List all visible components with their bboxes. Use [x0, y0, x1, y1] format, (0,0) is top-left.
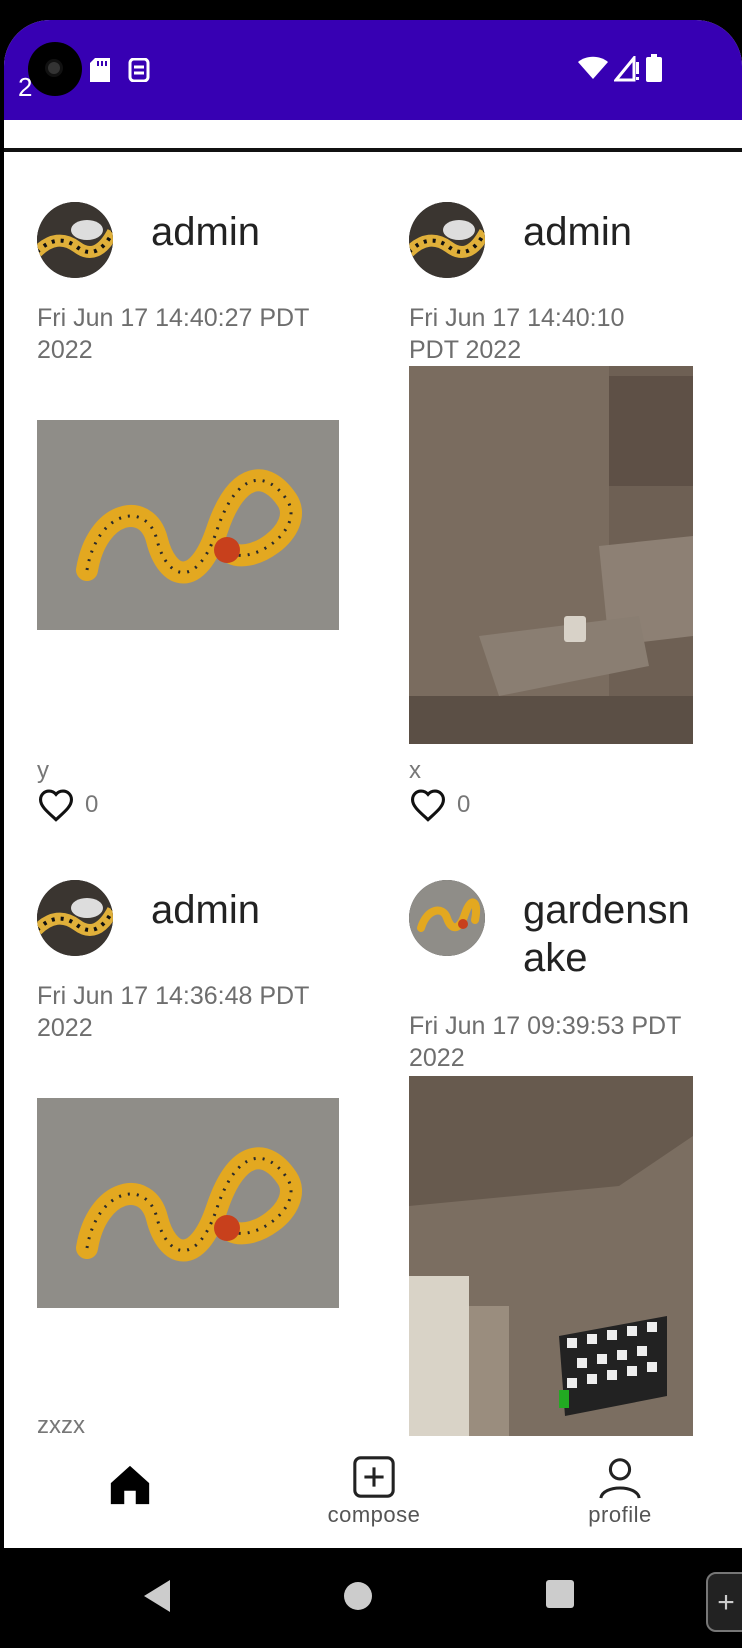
post-card[interactable]: admin Fri Jun 17 14:40:10 PDT 2022 x 0: [409, 202, 729, 822]
add-box-icon: [353, 1456, 395, 1498]
bottom-navigation: compose profile: [4, 1436, 742, 1548]
battery-icon: [646, 54, 662, 82]
snake-photo: [37, 1098, 339, 1308]
home-icon: [110, 1465, 150, 1505]
post-timestamp: Fri Jun 17 09:39:53 PDT 2022: [409, 1012, 681, 1072]
post-card[interactable]: admin Fri Jun 17 14:36:48 PDT 2022 zxzx: [37, 880, 357, 1456]
post-timestamp: Fri Jun 17 14:40:27 PDT 2022: [37, 304, 309, 364]
post-timestamp: Fri Jun 17 14:36:48 PDT 2022: [37, 982, 309, 1042]
gardensnake-avatar-image: [409, 880, 485, 956]
post-username[interactable]: admin: [523, 208, 723, 256]
nav-home[interactable]: [50, 1436, 210, 1548]
system-navigation-bar: [4, 1548, 742, 1648]
post-image[interactable]: [409, 1076, 693, 1456]
snake-avatar-image: [37, 880, 113, 956]
like-count: 0: [85, 791, 99, 818]
post-image[interactable]: [37, 420, 339, 630]
device-frame: 2 admin Fri Jun 17 14:40:27 PDT 2022 y 0…: [0, 0, 742, 1648]
user-avatar[interactable]: [409, 202, 485, 278]
app-toolbar: [4, 120, 742, 152]
post-feed[interactable]: admin Fri Jun 17 14:40:27 PDT 2022 y 0 a…: [4, 156, 742, 1456]
snake-avatar-image: [37, 202, 113, 278]
post-username[interactable]: gardensnake: [523, 886, 703, 982]
post-username[interactable]: admin: [151, 208, 351, 256]
heart-icon[interactable]: [409, 788, 447, 822]
post-image[interactable]: [37, 1098, 339, 1308]
status-bar: 2: [4, 20, 742, 120]
front-camera: [28, 42, 82, 96]
app-screen: 2 admin Fri Jun 17 14:40:27 PDT 2022 y 0…: [4, 20, 742, 1648]
like-row: 0: [409, 788, 470, 822]
heart-icon[interactable]: [37, 788, 75, 822]
signal-icon: [614, 56, 639, 82]
post-caption: y: [37, 757, 49, 784]
snake-avatar-image: [409, 202, 485, 278]
room-photo: [409, 366, 693, 744]
user-avatar[interactable]: [37, 202, 113, 278]
post-card[interactable]: gardensnake Fri Jun 17 09:39:53 PDT 2022: [409, 880, 729, 1456]
back-icon[interactable]: [140, 1578, 174, 1614]
like-count: 0: [457, 791, 471, 818]
nav-profile[interactable]: profile: [540, 1436, 700, 1548]
nav-compose[interactable]: compose: [294, 1436, 454, 1548]
user-avatar[interactable]: [409, 880, 485, 956]
post-caption: x: [409, 757, 421, 784]
sd-card-icon: [90, 58, 110, 82]
post-username[interactable]: admin: [151, 886, 351, 934]
nav-compose-label: compose: [327, 1502, 421, 1527]
post-image[interactable]: [409, 366, 693, 744]
snake-photo: [37, 420, 339, 630]
floating-add-button[interactable]: +: [706, 1572, 742, 1632]
nav-profile-label: profile: [588, 1502, 652, 1527]
wifi-icon: [578, 56, 608, 79]
home-button-icon[interactable]: [340, 1578, 376, 1614]
user-avatar[interactable]: [37, 880, 113, 956]
post-timestamp: Fri Jun 17 14:40:10 PDT 2022: [409, 304, 625, 364]
recents-icon[interactable]: [544, 1578, 576, 1610]
room-tv-photo: [409, 1076, 693, 1456]
like-row: 0: [37, 788, 98, 822]
sync-icon: [128, 58, 150, 82]
person-icon: [599, 1458, 641, 1499]
post-card[interactable]: admin Fri Jun 17 14:40:27 PDT 2022 y 0: [37, 202, 357, 822]
